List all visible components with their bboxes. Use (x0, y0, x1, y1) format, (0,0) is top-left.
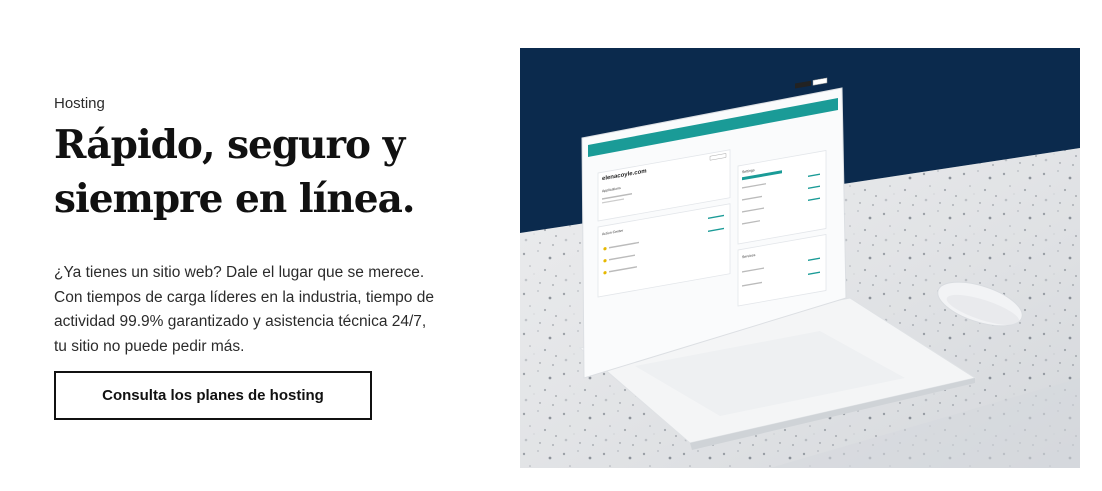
page-title: Rápido, seguro y siempre en línea. (54, 118, 454, 226)
headline-line-2: siempre en línea. (54, 176, 415, 222)
view-hosting-plans-button[interactable]: Consulta los planes de hosting (54, 371, 372, 420)
hero-description: ¿Ya tienes un sitio web? Dale el lugar q… (54, 264, 434, 355)
hero-text-block: Hosting Rápido, seguro y siempre en líne… (54, 94, 454, 359)
laptop-hero-image: elenacoyle.com Applications Action Cente… (520, 48, 1080, 468)
eyebrow-label: Hosting (54, 95, 105, 112)
headline-line-1: Rápido, seguro y (54, 122, 405, 168)
settings-panel (737, 150, 827, 245)
